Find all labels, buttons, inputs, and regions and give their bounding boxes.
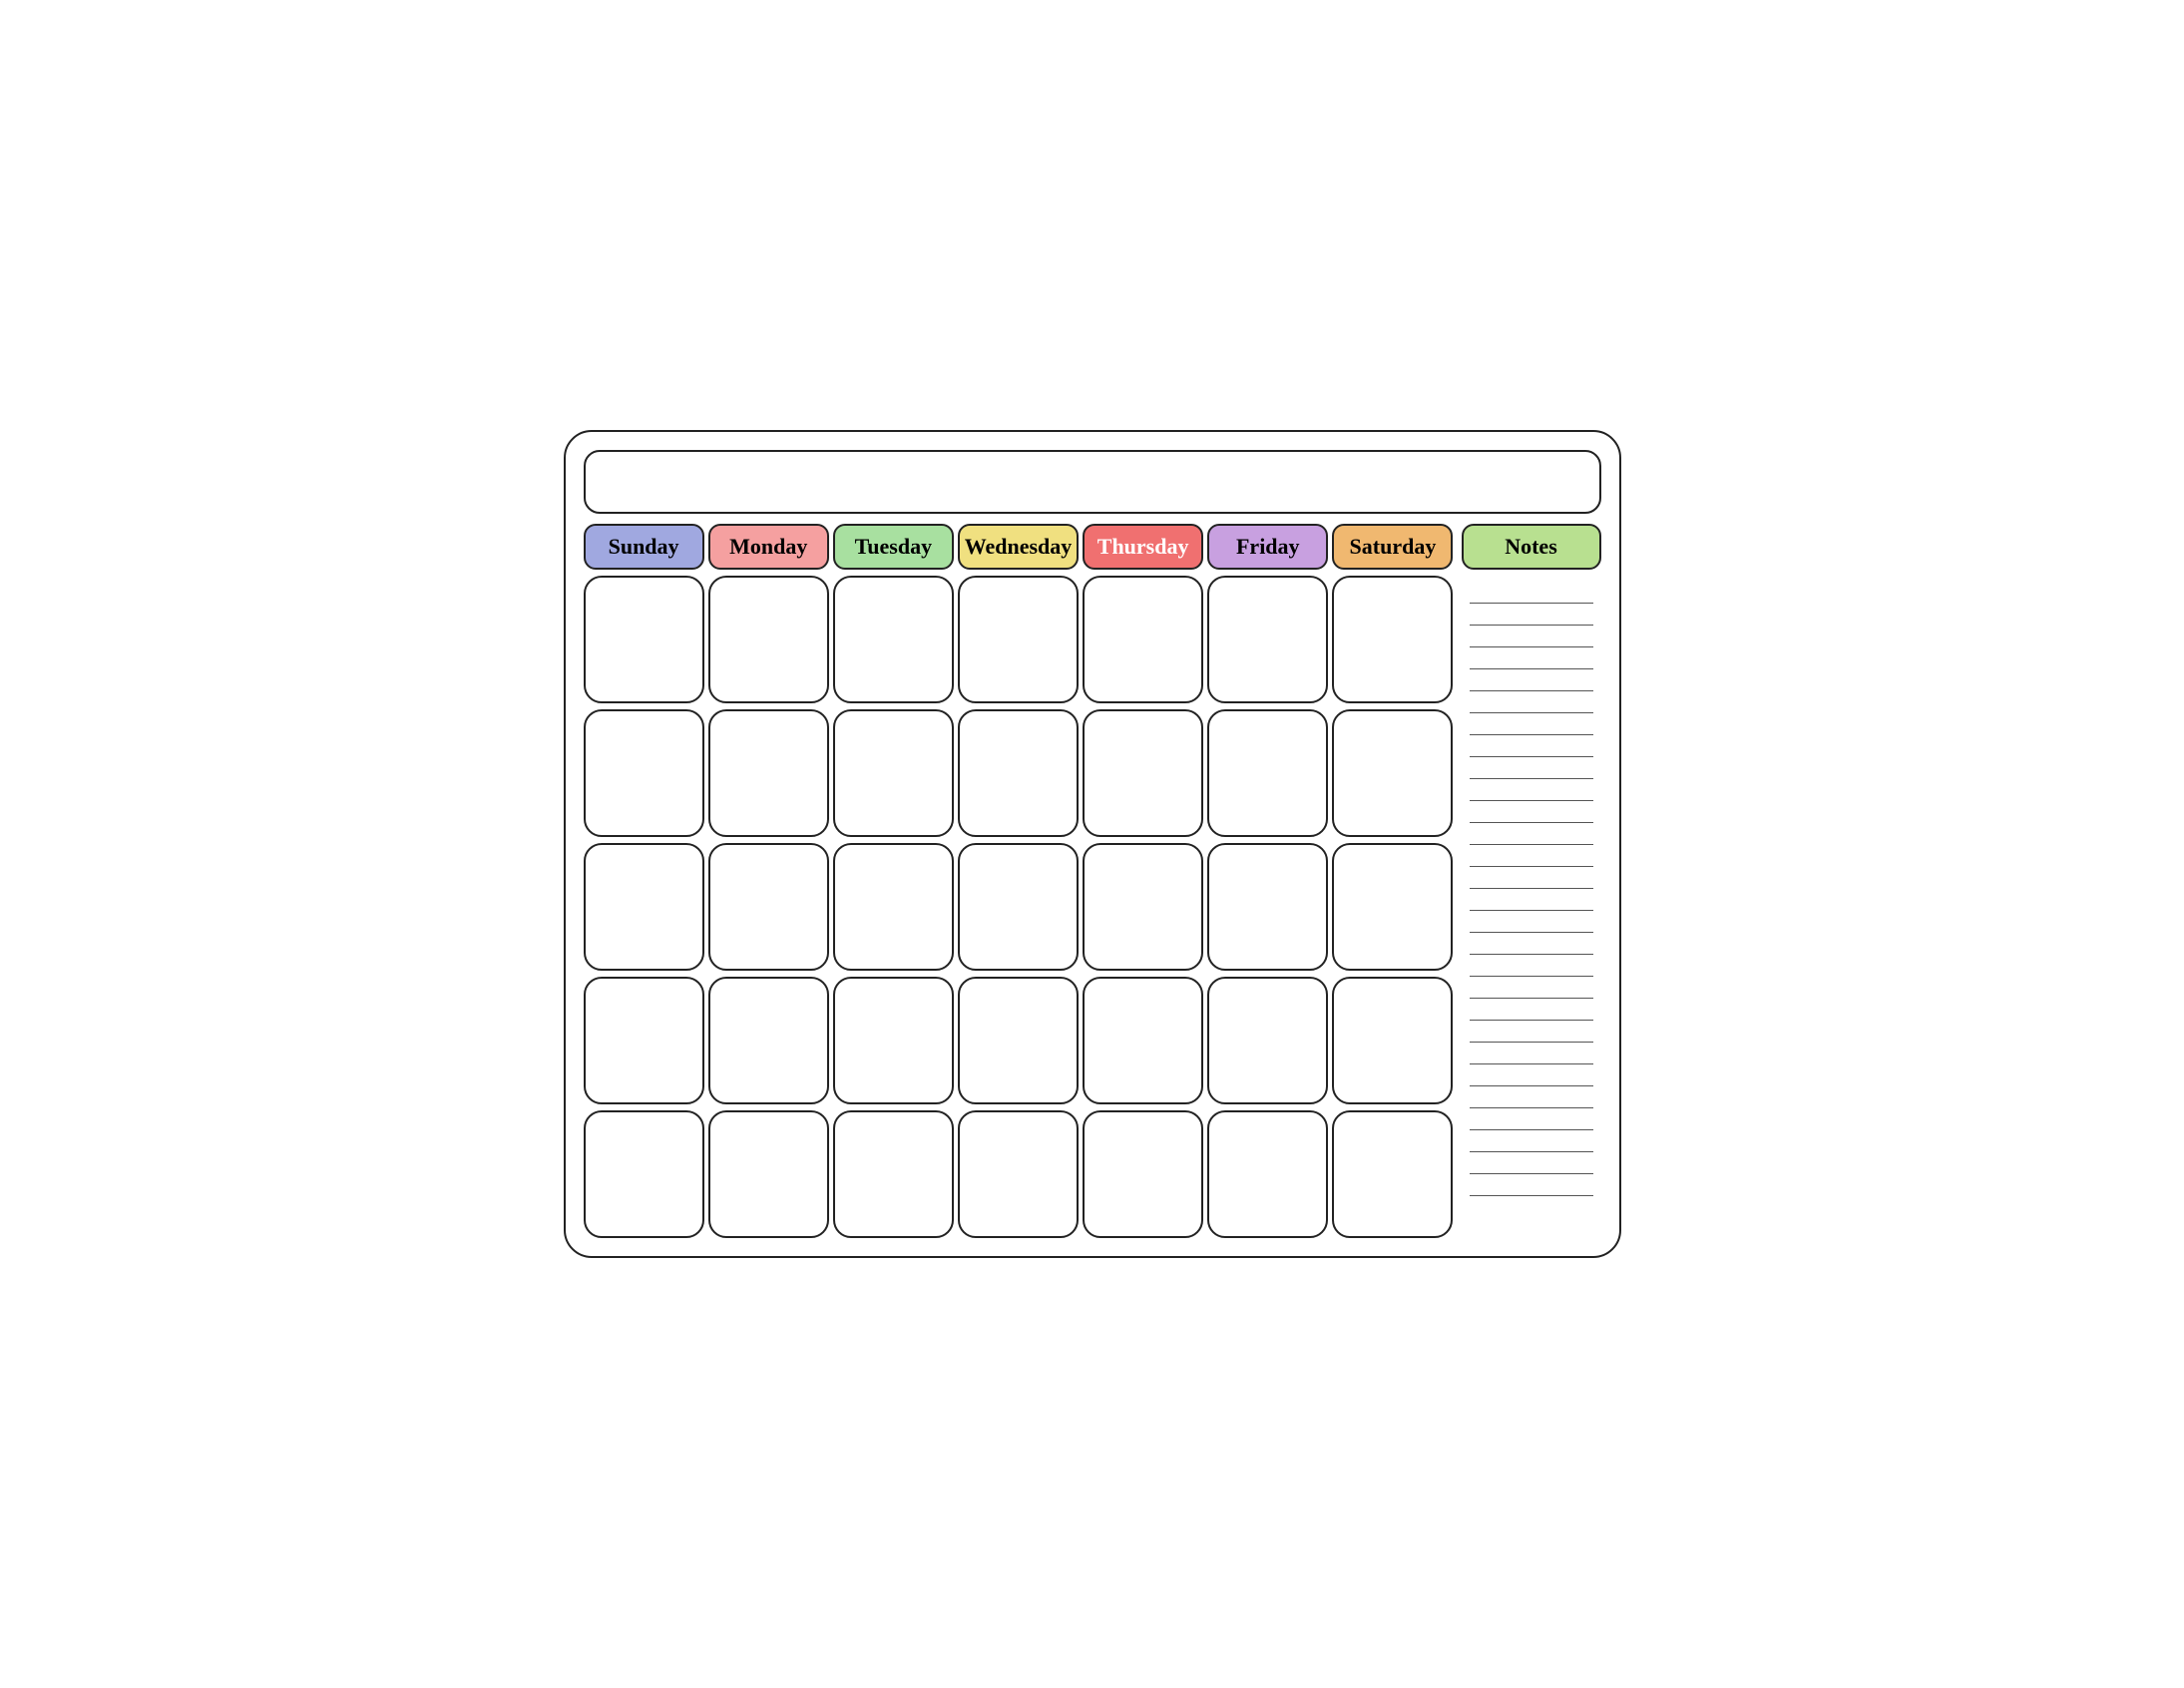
notes-line-22[interactable] <box>1470 1043 1593 1064</box>
notes-line-5[interactable] <box>1470 669 1593 691</box>
cell-r5-wed[interactable] <box>958 1110 1079 1238</box>
cell-r3-fri[interactable] <box>1207 843 1328 971</box>
cell-r5-sat[interactable] <box>1332 1110 1453 1238</box>
cell-r5-sun[interactable] <box>584 1110 704 1238</box>
cell-r5-tue[interactable] <box>833 1110 954 1238</box>
day-header-wednesday: Wednesday <box>958 524 1079 570</box>
cell-r3-wed[interactable] <box>958 843 1079 971</box>
cell-r1-sat[interactable] <box>1332 576 1453 703</box>
day-header-friday: Friday <box>1207 524 1328 570</box>
cell-r2-tue[interactable] <box>833 709 954 837</box>
notes-line-26[interactable] <box>1470 1130 1593 1152</box>
notes-line-23[interactable] <box>1470 1064 1593 1086</box>
notes-line-11[interactable] <box>1470 801 1593 823</box>
cell-r1-fri[interactable] <box>1207 576 1328 703</box>
notes-line-12[interactable] <box>1470 823 1593 845</box>
notes-line-10[interactable] <box>1470 779 1593 801</box>
cell-r2-wed[interactable] <box>958 709 1079 837</box>
calendar-rows <box>584 576 1454 1238</box>
cell-r4-thu[interactable] <box>1083 977 1203 1104</box>
cell-r4-sat[interactable] <box>1332 977 1453 1104</box>
calendar-row-1 <box>584 576 1454 703</box>
notes-line-14[interactable] <box>1470 867 1593 889</box>
notes-line-4[interactable] <box>1470 647 1593 669</box>
cell-r4-mon[interactable] <box>708 977 829 1104</box>
cell-r3-tue[interactable] <box>833 843 954 971</box>
day-header-monday: Monday <box>708 524 829 570</box>
calendar-row-2 <box>584 709 1454 837</box>
calendar-main: Sunday Monday Tuesday Wednesday Thursday… <box>584 524 1601 1238</box>
notes-line-27[interactable] <box>1470 1152 1593 1174</box>
days-grid: Sunday Monday Tuesday Wednesday Thursday… <box>584 524 1454 1238</box>
notes-line-25[interactable] <box>1470 1108 1593 1130</box>
notes-line-1[interactable] <box>1470 582 1593 604</box>
cell-r5-fri[interactable] <box>1207 1110 1328 1238</box>
cell-r5-thu[interactable] <box>1083 1110 1203 1238</box>
day-header-tuesday: Tuesday <box>833 524 954 570</box>
notes-line-24[interactable] <box>1470 1086 1593 1108</box>
cell-r1-thu[interactable] <box>1083 576 1203 703</box>
notes-line-15[interactable] <box>1470 889 1593 911</box>
notes-line-3[interactable] <box>1470 626 1593 647</box>
notes-line-16[interactable] <box>1470 911 1593 933</box>
cell-r4-fri[interactable] <box>1207 977 1328 1104</box>
notes-line-18[interactable] <box>1470 955 1593 977</box>
notes-line-7[interactable] <box>1470 713 1593 735</box>
notes-header: Notes <box>1462 524 1601 570</box>
notes-line-20[interactable] <box>1470 999 1593 1021</box>
cell-r4-sun[interactable] <box>584 977 704 1104</box>
cell-r1-mon[interactable] <box>708 576 829 703</box>
notes-line-21[interactable] <box>1470 1021 1593 1043</box>
cell-r4-tue[interactable] <box>833 977 954 1104</box>
cell-r1-sun[interactable] <box>584 576 704 703</box>
cell-r4-wed[interactable] <box>958 977 1079 1104</box>
cell-r2-sun[interactable] <box>584 709 704 837</box>
day-header-thursday: Thursday <box>1083 524 1203 570</box>
notes-line-17[interactable] <box>1470 933 1593 955</box>
cell-r1-tue[interactable] <box>833 576 954 703</box>
cell-r1-wed[interactable] <box>958 576 1079 703</box>
notes-column: Notes <box>1462 524 1601 1238</box>
notes-line-2[interactable] <box>1470 604 1593 626</box>
cell-r3-sun[interactable] <box>584 843 704 971</box>
notes-line-8[interactable] <box>1470 735 1593 757</box>
cell-r2-mon[interactable] <box>708 709 829 837</box>
notes-line-13[interactable] <box>1470 845 1593 867</box>
calendar-row-3 <box>584 843 1454 971</box>
notes-line-9[interactable] <box>1470 757 1593 779</box>
cell-r5-mon[interactable] <box>708 1110 829 1238</box>
day-header-saturday: Saturday <box>1332 524 1453 570</box>
notes-lines[interactable] <box>1462 576 1601 1238</box>
cell-r2-thu[interactable] <box>1083 709 1203 837</box>
calendar-wrapper: Sunday Monday Tuesday Wednesday Thursday… <box>564 430 1621 1258</box>
cell-r2-sat[interactable] <box>1332 709 1453 837</box>
notes-line-19[interactable] <box>1470 977 1593 999</box>
cell-r3-mon[interactable] <box>708 843 829 971</box>
cell-r3-thu[interactable] <box>1083 843 1203 971</box>
calendar-row-5 <box>584 1110 1454 1238</box>
notes-line-28[interactable] <box>1470 1174 1593 1196</box>
cell-r2-fri[interactable] <box>1207 709 1328 837</box>
day-header-sunday: Sunday <box>584 524 704 570</box>
calendar-row-4 <box>584 977 1454 1104</box>
cell-r3-sat[interactable] <box>1332 843 1453 971</box>
header-row: Sunday Monday Tuesday Wednesday Thursday… <box>584 524 1454 570</box>
title-bar[interactable] <box>584 450 1601 514</box>
notes-line-6[interactable] <box>1470 691 1593 713</box>
